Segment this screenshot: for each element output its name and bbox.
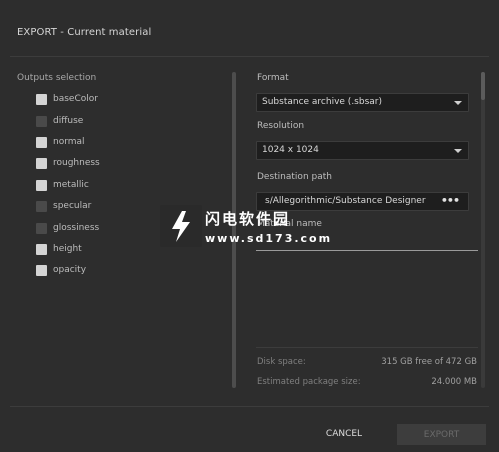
output-item-roughness[interactable]: roughness [36, 156, 100, 170]
resolution-label: Resolution [257, 121, 305, 131]
output-label: specular [53, 201, 92, 211]
footer-divider [10, 406, 489, 407]
right-scrollbar-track[interactable] [481, 72, 485, 388]
checkbox[interactable] [36, 222, 47, 234]
outputs-selection-label: Outputs selection [17, 73, 97, 83]
resolution-select[interactable]: 1024 x 1024 [256, 141, 469, 160]
dialog-title: EXPORT - Current material [17, 27, 152, 38]
checkbox[interactable] [36, 157, 47, 169]
output-label: roughness [53, 158, 100, 168]
checkbox[interactable] [36, 200, 47, 212]
watermark-url: www.sd173.com [205, 232, 333, 245]
chevron-down-icon [454, 101, 462, 105]
output-label: metallic [53, 180, 89, 190]
panel-scrollbar[interactable] [232, 72, 236, 388]
checkbox[interactable] [36, 243, 47, 255]
destination-path-value[interactable]: s/Allegorithmic/Substance Designer [265, 196, 440, 206]
watermark-text: 闪电软件园 [205, 210, 291, 228]
disk-space-value: 315 GB free of 472 GB [381, 357, 477, 367]
chevron-down-icon [454, 149, 462, 153]
package-size-label: Estimated package size: [257, 377, 361, 387]
package-size-value: 24.000 MB [431, 377, 477, 387]
format-value: Substance archive (.sbsar) [262, 97, 382, 107]
checkbox[interactable] [36, 136, 47, 148]
output-label: diffuse [53, 116, 84, 126]
disk-space-label: Disk space: [257, 357, 306, 367]
checkbox[interactable] [36, 115, 47, 127]
export-button[interactable]: EXPORT [397, 424, 486, 445]
format-select[interactable]: Substance archive (.sbsar) [256, 93, 469, 112]
checkbox[interactable] [36, 264, 47, 276]
checkbox[interactable] [36, 179, 47, 191]
lightning-icon [172, 211, 190, 242]
right-scrollbar-thumb[interactable] [481, 72, 485, 100]
output-item-metallic[interactable]: metallic [36, 178, 89, 192]
output-item-opacity[interactable]: opacity [36, 263, 86, 277]
cancel-button[interactable]: CANCEL [316, 424, 372, 444]
output-label: normal [53, 137, 85, 147]
output-item-glossiness[interactable]: glossiness [36, 221, 99, 235]
info-divider [256, 347, 478, 348]
output-item-diffuse[interactable]: diffuse [36, 114, 83, 128]
material-name-input[interactable] [256, 250, 478, 251]
output-label: opacity [53, 265, 87, 275]
format-label: Format [257, 73, 289, 83]
output-item-specular[interactable]: specular [36, 199, 91, 213]
output-item-basecolor[interactable]: baseColor [36, 92, 98, 106]
output-item-normal[interactable]: normal [36, 135, 85, 149]
output-label: height [53, 244, 82, 254]
browse-button[interactable]: ••• [441, 194, 460, 207]
output-label: glossiness [53, 223, 100, 233]
watermark-logo-icon [160, 205, 202, 247]
output-item-height[interactable]: height [36, 242, 82, 256]
title-divider [10, 56, 489, 57]
output-label: baseColor [53, 94, 98, 104]
checkbox[interactable] [36, 93, 47, 105]
resolution-value: 1024 x 1024 [262, 145, 319, 155]
export-dialog: EXPORT - Current material Outputs select… [0, 0, 499, 452]
destination-label: Destination path [257, 172, 332, 182]
